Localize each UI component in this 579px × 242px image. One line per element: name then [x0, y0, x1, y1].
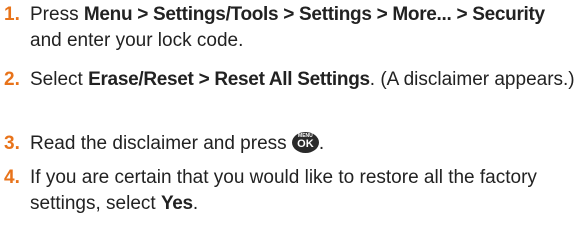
option-label: Yes	[160, 193, 193, 214]
step-text: Read the disclaimer and press MENU OK.	[30, 131, 575, 157]
step-number: 1.	[4, 4, 20, 25]
step-text-plain: If you are certain that you would like t…	[30, 167, 537, 214]
step-number: 4.	[4, 167, 20, 188]
step-text-plain: . (A disclaimer appears.)	[369, 69, 575, 90]
key-label-main: OK	[297, 138, 314, 150]
menu-ok-key-icon: MENU OK	[291, 132, 319, 153]
menu-path: Menu > Settings/Tools > Settings > More.…	[83, 4, 545, 25]
step-number: 2.	[4, 69, 20, 90]
menu-path: Erase/Reset > Reset All Settings	[88, 69, 370, 90]
step-text-plain: Read the disclaimer and press	[30, 133, 292, 154]
step-text: Press Menu > Settings/Tools > Settings >…	[30, 2, 575, 54]
step-text: If you are certain that you would like t…	[30, 165, 575, 217]
step-text-plain: .	[192, 193, 199, 214]
step-text-plain: .	[318, 133, 325, 154]
step-text-plain: Select	[30, 69, 89, 90]
step-text-plain: and enter your lock code.	[30, 30, 244, 51]
step-text: Select Erase/Reset > Reset All Settings.…	[30, 67, 575, 93]
step-number: 3.	[4, 133, 20, 154]
step-text-plain: Press	[30, 4, 84, 25]
